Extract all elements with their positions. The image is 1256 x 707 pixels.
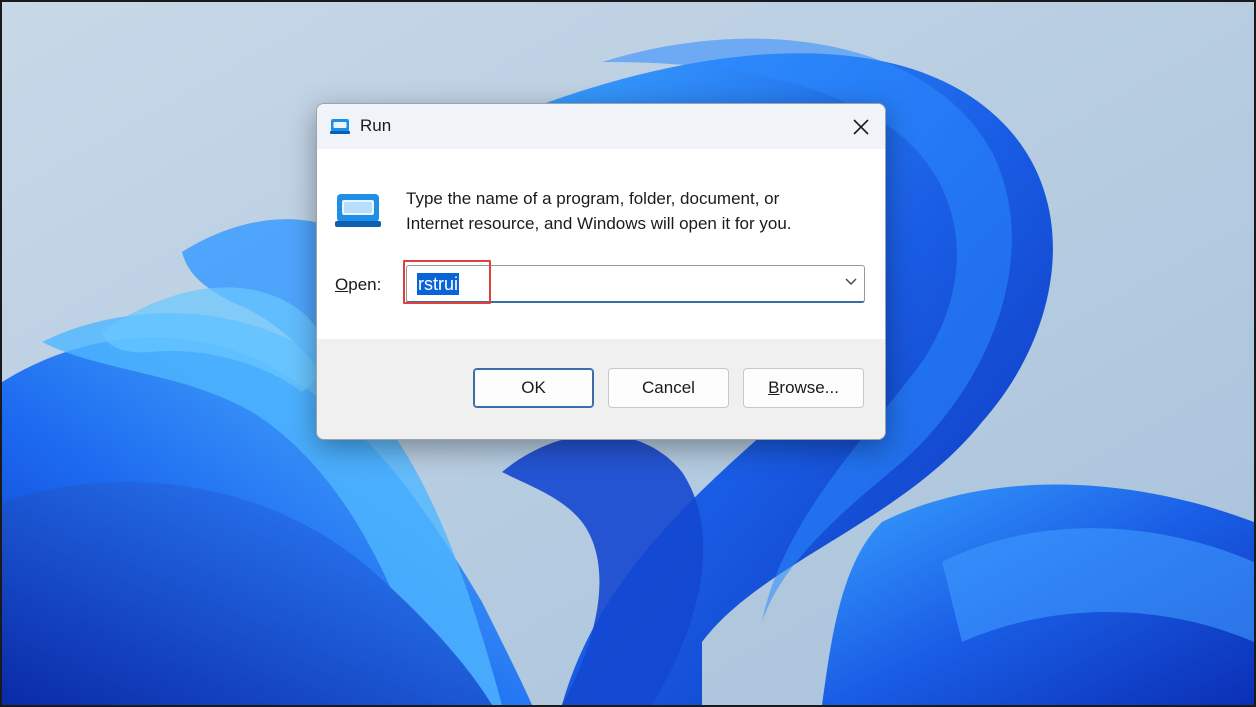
ok-button[interactable]: OK [473,368,594,408]
close-icon [853,118,869,135]
open-label-accel: O [335,275,349,294]
browse-label-rest: rowse... [779,378,839,397]
run-description: Type the name of a program, folder, docu… [406,186,866,236]
annotation-highlight-box [403,260,491,304]
description-line-2: Internet resource, and Windows will open… [406,214,792,233]
dialog-body: Type the name of a program, folder, docu… [317,149,885,339]
run-program-icon [335,194,381,227]
dialog-title: Run [360,116,392,135]
browse-button[interactable]: Browse... [743,368,864,408]
open-label: Open: [335,275,381,295]
browse-accel: B [768,378,780,397]
run-dialog-icon [330,119,350,134]
description-line-1: Type the name of a program, folder, docu… [406,189,780,208]
button-bar: OK Cancel Browse... [317,339,885,439]
close-button[interactable] [837,104,885,149]
title-bar: Run [317,104,885,149]
open-label-rest: pen: [348,275,382,294]
cancel-button[interactable]: Cancel [608,368,729,408]
chevron-down-icon[interactable] [844,275,858,289]
run-dialog: Run Type the name of a program, folder, … [316,103,886,440]
